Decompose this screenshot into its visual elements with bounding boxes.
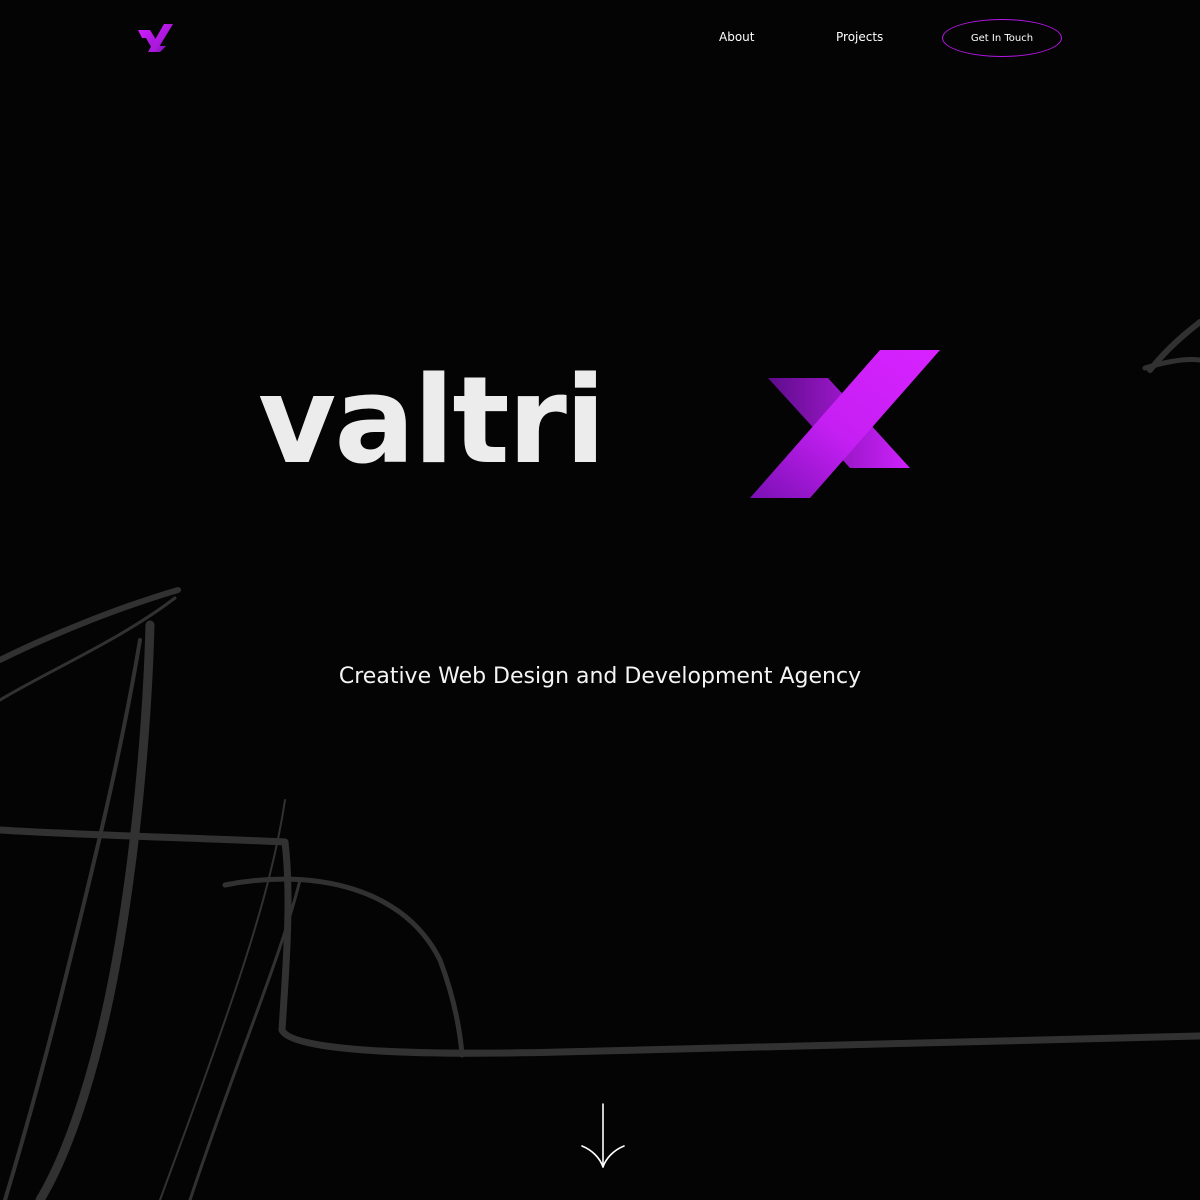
logo-x-icon[interactable]	[136, 22, 174, 54]
background-scribble-art	[0, 319, 1200, 1200]
nav-link-projects[interactable]: Projects	[836, 29, 883, 45]
nav-link-about[interactable]: About	[719, 29, 754, 45]
arrow-down-icon[interactable]	[580, 1102, 626, 1170]
hero-logo-accent-letter: X	[258, 346, 259, 347]
get-in-touch-button[interactable]: Get In Touch	[942, 19, 1062, 57]
landing-page: About Projects Get In Touch valtri X Cre…	[0, 0, 1200, 1200]
hero-tagline: Creative Web Design and Development Agen…	[338, 664, 862, 689]
hero-logo-x-mark: X	[258, 346, 940, 498]
